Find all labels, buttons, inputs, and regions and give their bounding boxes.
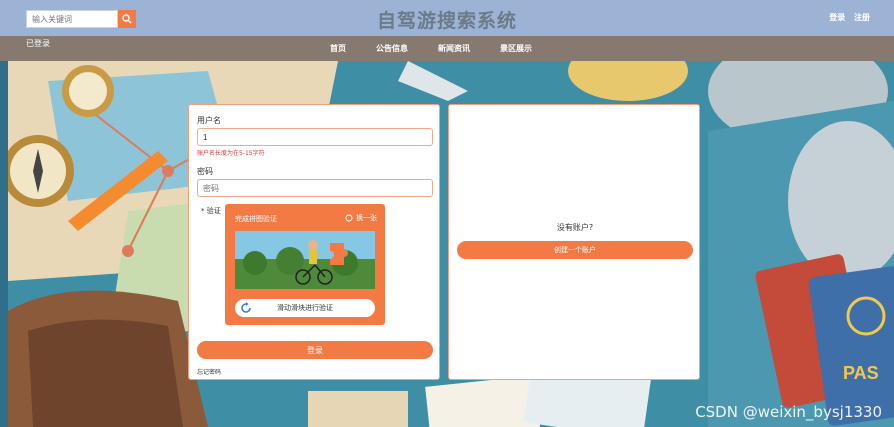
password-label: 密码 bbox=[197, 167, 213, 176]
captcha-refresh-label: 换一张 bbox=[356, 214, 377, 222]
captcha-title: 完成拼图验证 bbox=[235, 215, 277, 223]
captcha-image bbox=[235, 231, 375, 289]
forgot-password-link[interactable]: 忘记密码 bbox=[197, 367, 221, 376]
slider-handle-icon[interactable] bbox=[240, 302, 252, 314]
login-submit-button[interactable]: 登录 bbox=[197, 341, 433, 359]
login-link[interactable]: 登录 bbox=[829, 13, 845, 22]
register-link[interactable]: 注册 bbox=[854, 13, 870, 22]
create-account-button[interactable]: 创建一个账户 bbox=[457, 241, 693, 259]
nav-item-news[interactable]: 新闻资讯 bbox=[438, 43, 470, 54]
main-nav: 首页 公告信息 新闻资讯 景区展示 bbox=[330, 43, 562, 54]
auth-links: 登录 注册 bbox=[823, 12, 870, 23]
nav-item-scenic[interactable]: 景区展示 bbox=[500, 43, 532, 54]
no-account-text: 没有账户? bbox=[556, 223, 594, 232]
username-label: 用户名 bbox=[197, 116, 221, 125]
nav-note: 已登录 bbox=[26, 39, 50, 48]
captcha-refresh-button[interactable]: 换一张 bbox=[345, 213, 377, 223]
username-error: 账户名长度为在5-15字符 bbox=[197, 150, 265, 157]
captcha-label: * 验证 bbox=[201, 207, 221, 215]
login-card: 用户名 账户名长度为在5-15字符 密码 * 验证 完成拼图验证 换一张 bbox=[188, 104, 440, 380]
nav-item-home[interactable]: 首页 bbox=[330, 43, 346, 54]
refresh-icon bbox=[345, 214, 353, 222]
register-card: 没有账户? 创建一个账户 bbox=[448, 104, 700, 380]
site-title: 自驾游搜索系统 bbox=[376, 10, 517, 32]
captcha-picture bbox=[235, 231, 375, 289]
captcha-panel: 完成拼图验证 换一张 滑动滑块进行验证 bbox=[225, 204, 385, 325]
password-input[interactable] bbox=[197, 179, 433, 197]
top-header: 自驾游搜索系统 登录 注册 bbox=[0, 0, 894, 36]
main-nav-bar: 已登录 首页 公告信息 新闻资讯 景区展示 bbox=[0, 36, 894, 61]
nav-item-announcements[interactable]: 公告信息 bbox=[376, 43, 408, 54]
captcha-slider[interactable]: 滑动滑块进行验证 bbox=[235, 299, 375, 317]
captcha-slider-text: 滑动滑块进行验证 bbox=[277, 304, 333, 312]
svg-text:PAS: PAS bbox=[843, 363, 879, 383]
username-input[interactable] bbox=[197, 128, 433, 146]
watermark-text: CSDN @weixin_bysj1330 bbox=[695, 403, 882, 421]
